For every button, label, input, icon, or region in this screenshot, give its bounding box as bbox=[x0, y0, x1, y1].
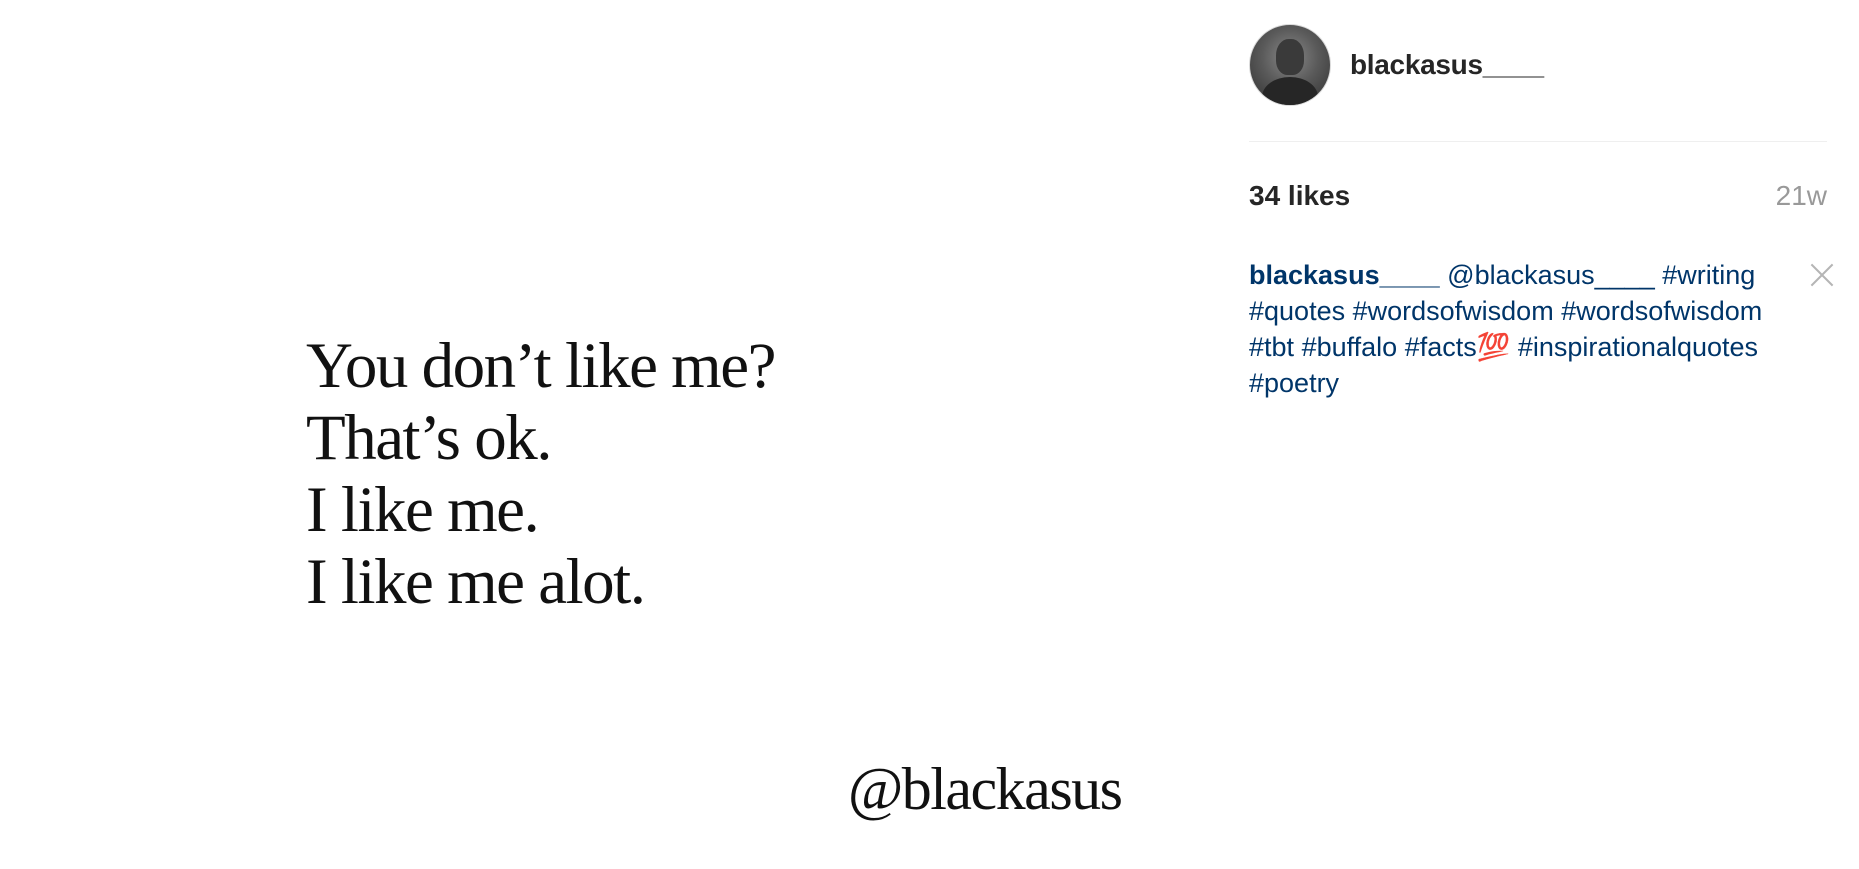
quote-line: I like me. bbox=[306, 474, 540, 546]
post-signature: @blackasus bbox=[848, 756, 1123, 822]
hashtag-link[interactable]: #tbt bbox=[1249, 332, 1294, 362]
mention-link[interactable]: @blackasus____ bbox=[1447, 260, 1655, 290]
divider bbox=[1249, 141, 1827, 142]
hashtag-link[interactable]: #facts💯 bbox=[1405, 332, 1511, 362]
hashtag-link[interactable]: #inspirationalquotes bbox=[1518, 332, 1758, 362]
hashtag-link[interactable]: #poetry bbox=[1249, 368, 1339, 398]
hashtag-link[interactable]: #wordsofwisdom bbox=[1353, 296, 1554, 326]
post-quote: You don’t like me? That’s ok. I like me.… bbox=[306, 330, 776, 618]
post-sidebar: blackasus____ 34 likes 21w blackasus____… bbox=[1245, 0, 1859, 869]
quote-line: That’s ok. bbox=[306, 402, 552, 474]
hashtag-link[interactable]: #quotes bbox=[1249, 296, 1345, 326]
avatar-body bbox=[1262, 77, 1318, 105]
username-link[interactable]: blackasus____ bbox=[1350, 49, 1544, 81]
likes-count[interactable]: 34 likes bbox=[1249, 180, 1350, 212]
caption-author-link[interactable]: blackasus____ bbox=[1249, 260, 1440, 290]
quote-line: I like me alot. bbox=[306, 546, 646, 618]
close-icon[interactable] bbox=[1809, 262, 1835, 288]
hashtag-link[interactable]: #wordsofwisdom bbox=[1561, 296, 1762, 326]
post-timestamp[interactable]: 21w bbox=[1776, 180, 1827, 212]
quote-line: You don’t like me? bbox=[306, 330, 776, 402]
post-image: You don’t like me? That’s ok. I like me.… bbox=[0, 0, 1245, 869]
avatar-face bbox=[1276, 39, 1304, 75]
caption: blackasus____ @blackasus____ #writing #q… bbox=[1249, 257, 1819, 401]
post-header: blackasus____ bbox=[1249, 24, 1544, 106]
hashtag-link[interactable]: #buffalo bbox=[1302, 332, 1398, 362]
avatar[interactable] bbox=[1249, 24, 1331, 106]
hashtag-link[interactable]: #writing bbox=[1662, 260, 1755, 290]
